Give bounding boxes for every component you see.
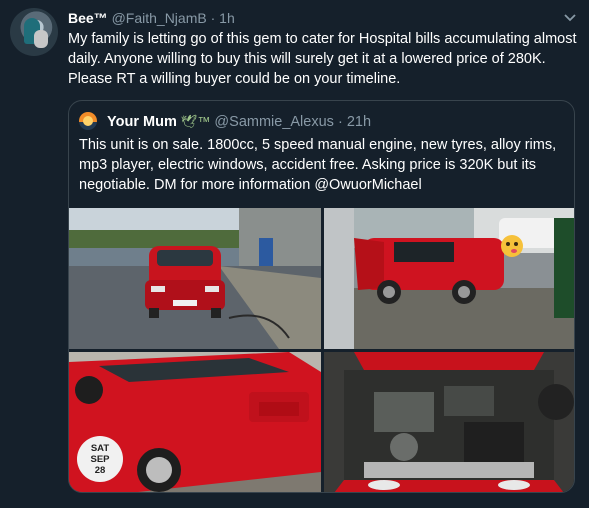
tweet-header: Bee™ @Faith_NjamB · 1h [68,9,235,27]
tweet[interactable]: Bee™ @Faith_NjamB · 1h My family is lett… [0,0,589,508]
dove-icon: 🕊™ [180,114,211,129]
date-badge-date: 28 [94,464,106,476]
quoted-header: Your Mum 🕊™ @Sammie_Alexus · 21h [79,112,371,131]
separator-dot: · [337,114,343,130]
quoted-author-name: Your Mum [107,114,177,130]
tweet-text: My family is letting go of this gem to c… [68,31,577,87]
quoted-author-handle: @Sammie_Alexus [214,114,334,130]
car-rear-photo[interactable]: SAT SEP 28 [69,352,321,492]
separator-dot: · [210,10,216,26]
author-handle[interactable]: @Faith_NjamB [112,10,207,26]
quoted-tweet[interactable]: Your Mum 🕊™ @Sammie_Alexus · 21h This un… [68,100,575,493]
date-badge-day: SAT [90,442,110,454]
author-name[interactable]: Bee™ [68,10,108,26]
tweet-time[interactable]: 1h [219,10,235,26]
quoted-text: This unit is on sale. 1800cc, 5 speed ma… [79,137,557,193]
car-front-photo[interactable] [69,208,321,349]
car-engine-bay-photo[interactable] [324,352,574,492]
author-avatar[interactable] [10,8,58,56]
chevron-down-icon[interactable] [563,10,577,29]
car-side-doors-open-photo[interactable] [324,208,574,349]
quoted-avatar [79,112,97,130]
date-badge: SAT SEP 28 [77,436,123,482]
quoted-time: 21h [346,114,372,130]
date-badge-month: SEP [90,453,110,465]
photo-grid: SAT SEP 28 [69,208,574,492]
